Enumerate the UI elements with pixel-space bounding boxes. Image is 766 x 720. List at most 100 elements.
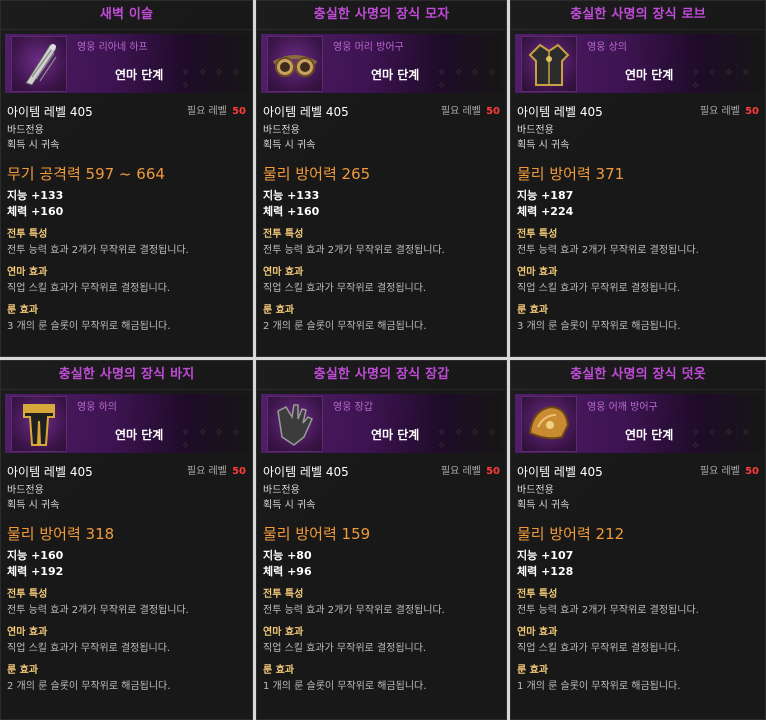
rune-effect-title: 룬 효과: [7, 305, 39, 316]
combat-trait-text: 전투 능력 효과 2개가 무작위로 결정됩니다.: [7, 245, 189, 256]
combat-trait-title: 전투 특성: [7, 589, 48, 600]
pants-icon: [11, 396, 67, 452]
main-stat: 물리 방어력 371: [517, 165, 625, 183]
stage-stars: ✧ ✧ ✧ ✧ ✧: [691, 426, 753, 452]
rune-effect-text: 1 개의 룬 슬롯이 무작위로 해금됩니다.: [517, 681, 681, 692]
stage-stars: ✧ ✧ ✧ ✧ ✧: [181, 66, 243, 92]
combat-trait-title: 전투 특성: [263, 589, 304, 600]
item-grade: 영웅 머리 방어구: [333, 42, 404, 53]
item-tooltip-robe: 충실한 사명의 장식 로브 영웅 상의 연마 단계 ✧ ✧ ✧ ✧ ✧ 아이템 …: [510, 0, 766, 357]
class-requirement: 바드전용: [7, 485, 44, 496]
stat-intellect: 지능 +187: [517, 189, 574, 202]
item-level: 아이템 레벨 405: [263, 465, 349, 479]
required-level: 필요 레벨 50: [699, 466, 759, 477]
required-level-value: 50: [486, 106, 500, 117]
item-level: 아이템 레벨 405: [7, 105, 93, 119]
goggles-icon: [267, 36, 323, 92]
item-tooltip-gloves: 충실한 사명의 장식 장갑 영웅 장갑 연마 단계 ✧ ✧ ✧ ✧ ✧ 아이템 …: [256, 360, 507, 720]
bind-info: 획득 시 귀속: [517, 500, 570, 511]
item-level: 아이템 레벨 405: [263, 105, 349, 119]
refine-effect-text: 직업 스킬 효과가 무작위로 결정됩니다.: [263, 283, 427, 294]
bind-info: 획득 시 귀속: [263, 500, 316, 511]
item-name: 충실한 사명의 장식 바지: [1, 361, 252, 390]
stat-vitality: 체력 +128: [517, 565, 574, 578]
item-name: 충실한 사명의 장식 로브: [511, 1, 765, 30]
required-level: 필요 레벨 50: [699, 106, 759, 117]
combat-trait-title: 전투 특성: [7, 229, 48, 240]
item-level: 아이템 레벨 405: [517, 465, 603, 479]
item-banner: 영웅 머리 방어구 연마 단계 ✧ ✧ ✧ ✧ ✧: [261, 34, 502, 93]
stage-stars: ✧ ✧ ✧ ✧ ✧: [437, 426, 499, 452]
robe-icon: [521, 36, 577, 92]
rune-effect-title: 룬 효과: [7, 665, 39, 676]
class-requirement: 바드전용: [517, 125, 554, 136]
combat-trait-text: 전투 능력 효과 2개가 무작위로 결정됩니다.: [517, 245, 699, 256]
refine-effect-text: 직업 스킬 효과가 무작위로 결정됩니다.: [7, 283, 171, 294]
refine-effect-title: 연마 효과: [517, 267, 558, 278]
refine-effect-title: 연마 효과: [7, 627, 48, 638]
refine-effect-text: 직업 스킬 효과가 무작위로 결정됩니다.: [517, 283, 681, 294]
stat-intellect: 지능 +133: [263, 189, 320, 202]
stat-intellect: 지능 +133: [7, 189, 64, 202]
item-name: 충실한 사명의 장식 덧옷: [511, 361, 765, 390]
combat-trait-title: 전투 특성: [517, 589, 558, 600]
item-name: 새벽 이슬: [1, 1, 252, 30]
required-level-value: 50: [232, 466, 246, 477]
class-requirement: 바드전용: [263, 125, 300, 136]
refine-effect-text: 직업 스킬 효과가 무작위로 결정됩니다.: [7, 643, 171, 654]
stat-vitality: 체력 +160: [263, 205, 320, 218]
item-grade: 영웅 어깨 방어구: [587, 402, 658, 413]
item-grade: 영웅 하의: [77, 402, 117, 413]
rune-effect-text: 3 개의 룬 슬롯이 무작위로 해금됩니다.: [7, 321, 171, 332]
combat-trait-title: 전투 특성: [263, 229, 304, 240]
class-requirement: 바드전용: [517, 485, 554, 496]
required-level-value: 50: [745, 466, 759, 477]
refine-stage-label: 연마 단계: [371, 68, 420, 82]
item-level: 아이템 레벨 405: [7, 465, 93, 479]
refine-stage-label: 연마 단계: [115, 68, 164, 82]
glove-icon: [267, 396, 323, 452]
refine-effect-text: 직업 스킬 효과가 무작위로 결정됩니다.: [517, 643, 681, 654]
rune-effect-text: 1 개의 룬 슬롯이 무작위로 해금됩니다.: [263, 681, 427, 692]
harp-icon: [11, 36, 67, 92]
main-stat: 무기 공격력 597 ~ 664: [7, 165, 165, 183]
class-requirement: 바드전용: [263, 485, 300, 496]
item-banner: 영웅 어깨 방어구 연마 단계 ✧ ✧ ✧ ✧ ✧: [515, 394, 761, 453]
refine-effect-title: 연마 효과: [517, 627, 558, 638]
item-tooltip-harp: 새벽 이슬 영웅 리아네 하프 연마 단계 ✧ ✧ ✧ ✧ ✧ 아이템 레벨 4…: [0, 0, 253, 357]
item-grade: 영웅 상의: [587, 42, 627, 53]
item-tooltip-shoulder: 충실한 사명의 장식 덧옷 영웅 어깨 방어구 연마 단계 ✧ ✧ ✧ ✧ ✧ …: [510, 360, 766, 720]
combat-trait-text: 전투 능력 효과 2개가 무작위로 결정됩니다.: [263, 245, 445, 256]
rune-effect-title: 룬 효과: [263, 305, 295, 316]
rune-effect-text: 3 개의 룬 슬롯이 무작위로 해금됩니다.: [517, 321, 681, 332]
stat-intellect: 지능 +160: [7, 549, 64, 562]
required-level: 필요 레벨 50: [186, 466, 246, 477]
main-stat: 물리 방어력 159: [263, 525, 371, 543]
refine-effect-text: 직업 스킬 효과가 무작위로 결정됩니다.: [263, 643, 427, 654]
combat-trait-title: 전투 특성: [517, 229, 558, 240]
rune-effect-title: 룬 효과: [517, 665, 549, 676]
bind-info: 획득 시 귀속: [263, 140, 316, 151]
required-level-value: 50: [232, 106, 246, 117]
item-tooltip-pants: 충실한 사명의 장식 바지 영웅 하의 연마 단계 ✧ ✧ ✧ ✧ ✧ 아이템 …: [0, 360, 253, 720]
rune-effect-text: 2 개의 룬 슬롯이 무작위로 해금됩니다.: [7, 681, 171, 692]
required-level: 필요 레벨 50: [440, 106, 500, 117]
rune-effect-title: 룬 효과: [263, 665, 295, 676]
required-level-value: 50: [486, 466, 500, 477]
main-stat: 물리 방어력 212: [517, 525, 625, 543]
combat-trait-text: 전투 능력 효과 2개가 무작위로 결정됩니다.: [7, 605, 189, 616]
item-banner: 영웅 상의 연마 단계 ✧ ✧ ✧ ✧ ✧: [515, 34, 761, 93]
refine-stage-label: 연마 단계: [115, 428, 164, 442]
item-tooltip-hat: 충실한 사명의 장식 모자 영웅 머리 방어구 연마 단계 ✧ ✧ ✧ ✧ ✧ …: [256, 0, 507, 357]
item-banner: 영웅 리아네 하프 연마 단계 ✧ ✧ ✧ ✧ ✧: [5, 34, 248, 93]
combat-trait-text: 전투 능력 효과 2개가 무작위로 결정됩니다.: [517, 605, 699, 616]
stat-vitality: 체력 +96: [263, 565, 312, 578]
required-level: 필요 레벨 50: [186, 106, 246, 117]
stat-intellect: 지능 +107: [517, 549, 574, 562]
refine-stage-label: 연마 단계: [371, 428, 420, 442]
stage-stars: ✧ ✧ ✧ ✧ ✧: [437, 66, 499, 92]
class-requirement: 바드전용: [7, 125, 44, 136]
refine-effect-title: 연마 효과: [7, 267, 48, 278]
bind-info: 획득 시 귀속: [517, 140, 570, 151]
stat-vitality: 체력 +160: [7, 205, 64, 218]
